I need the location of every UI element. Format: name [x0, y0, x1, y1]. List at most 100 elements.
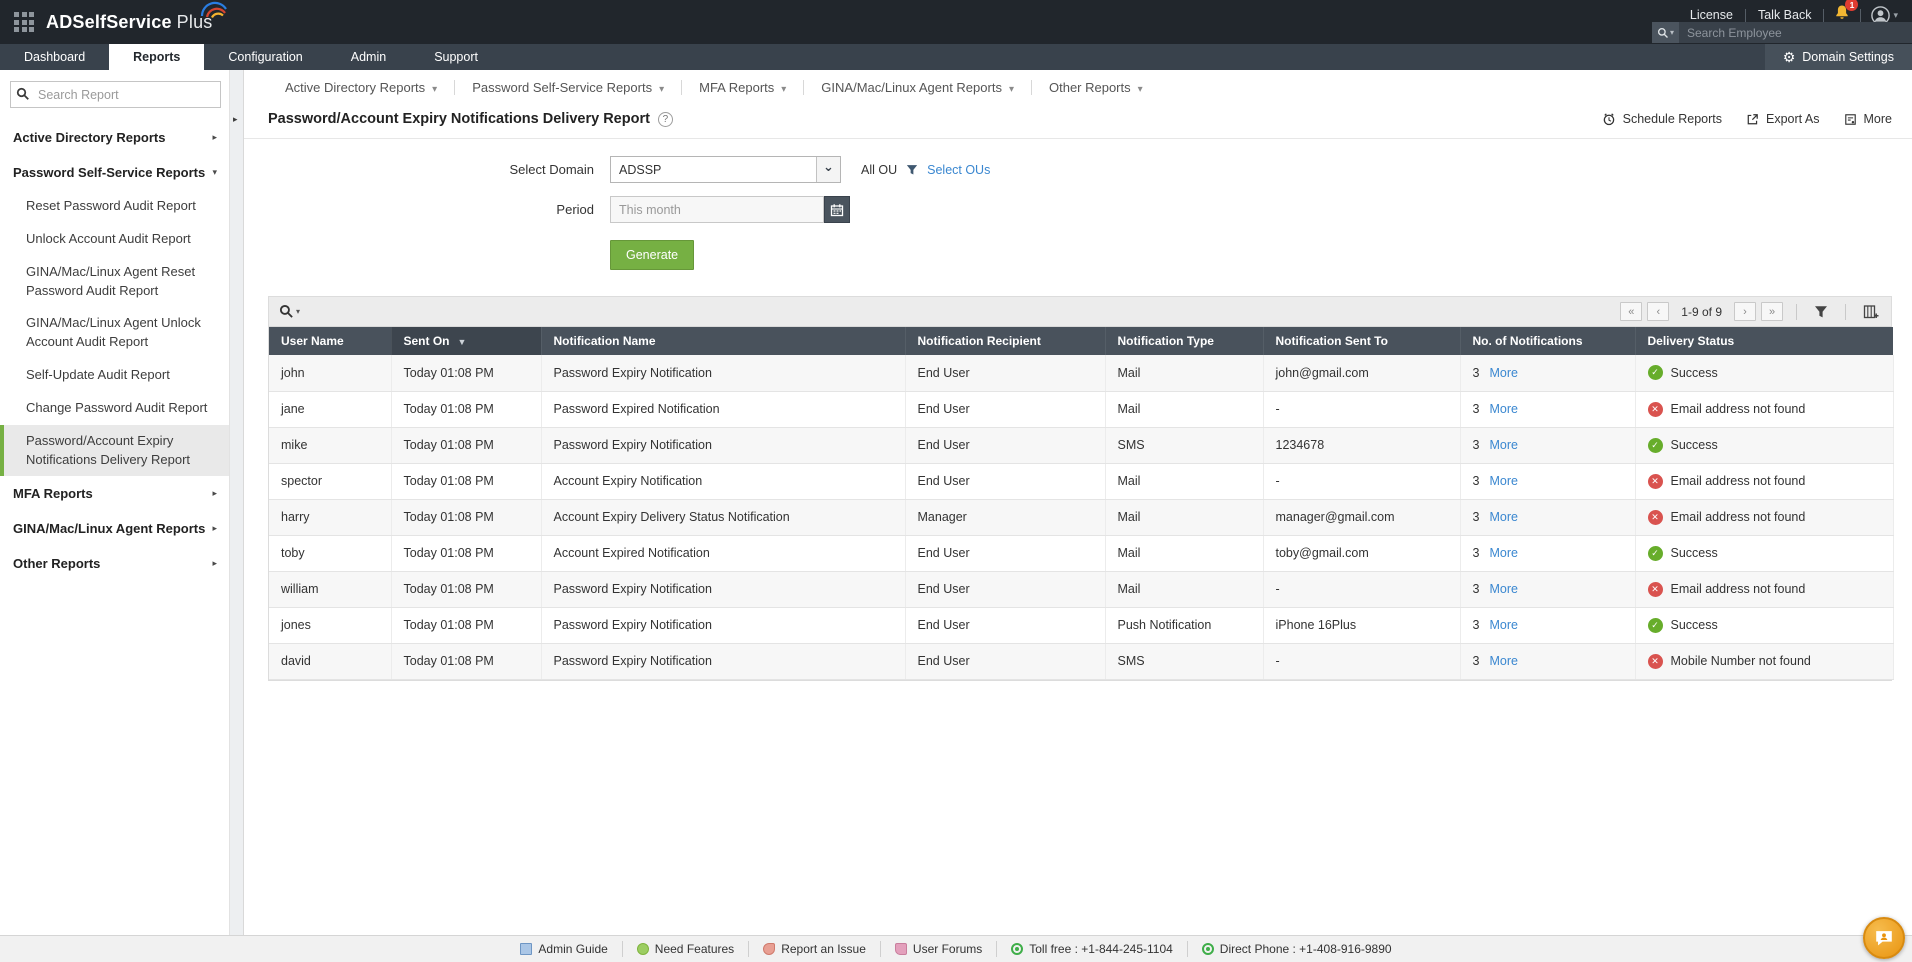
gear-icon: ⚙	[1783, 50, 1796, 64]
main-tab[interactable]: Support	[410, 44, 502, 70]
ou-filter-icon[interactable]	[906, 164, 918, 176]
report-category-menu[interactable]: Password Self-Service Reports	[454, 80, 681, 95]
status-icon	[1648, 402, 1663, 417]
sidebar-item[interactable]: Reset Password Audit Report	[0, 190, 229, 223]
sidebar-item[interactable]: Change Password Audit Report	[0, 392, 229, 425]
delivery-status: Mobile Number not found	[1648, 654, 1893, 669]
cell-user-name: mike	[269, 427, 391, 463]
cell-notification-sent-to: -	[1263, 571, 1460, 607]
report-table-block: ▾ « ‹ 1-9 of 9 › »	[268, 296, 1892, 681]
column-header-delivery-status[interactable]: Delivery Status	[1635, 327, 1893, 355]
first-page-button[interactable]: «	[1620, 302, 1642, 321]
footer-link[interactable]: Need Features	[622, 941, 748, 957]
more-notifications-link[interactable]: More	[1489, 438, 1517, 452]
column-header-notification-sent-to[interactable]: Notification Sent To	[1263, 327, 1460, 355]
cell-notification-name: Account Expiry Notification	[541, 463, 905, 499]
more-notifications-link[interactable]: More	[1489, 366, 1517, 380]
sidebar-item[interactable]: Password Self-Service Reports ▾	[0, 155, 229, 190]
cell-notification-sent-to: manager@gmail.com	[1263, 499, 1460, 535]
cell-notification-count: 3More	[1460, 535, 1635, 571]
cell-delivery-status: Success	[1635, 355, 1893, 391]
report-actions: Schedule Reports Export As	[1602, 112, 1892, 126]
license-link[interactable]: License	[1678, 8, 1745, 22]
domain-settings-button[interactable]: ⚙ Domain Settings	[1765, 44, 1912, 70]
generate-button[interactable]: Generate	[610, 240, 694, 270]
cell-sent-on: Today 01:08 PM	[391, 607, 541, 643]
cell-user-name: toby	[269, 535, 391, 571]
more-notifications-link[interactable]: More	[1489, 654, 1517, 668]
column-header-no-of-notifications[interactable]: No. of Notifications	[1460, 327, 1635, 355]
sidebar-item[interactable]: MFA Reports ▸	[0, 476, 229, 511]
export-as-button[interactable]: Export As	[1746, 112, 1820, 126]
sidebar-collapse-icon[interactable]: ▸	[233, 114, 238, 125]
table-search-button[interactable]: ▾	[279, 304, 300, 319]
more-notifications-link[interactable]: More	[1489, 402, 1517, 416]
apps-grid-icon[interactable]	[14, 12, 34, 32]
sidebar-item[interactable]: GINA/Mac/Linux Agent Reports ▸	[0, 511, 229, 546]
column-header-notification-type[interactable]: Notification Type	[1105, 327, 1263, 355]
footer-link[interactable]: User Forums	[880, 941, 996, 957]
employee-search-input[interactable]	[1679, 26, 1912, 40]
chevron-down-icon: ▾	[1670, 28, 1674, 37]
sidebar-item[interactable]: GINA/Mac/Linux Agent Reset Password Audi…	[0, 256, 229, 308]
sidebar-item[interactable]: Active Directory Reports ▸	[0, 120, 229, 155]
table-row: david Today 01:08 PM Password Expiry Not…	[269, 643, 1893, 679]
period-input[interactable]	[610, 196, 824, 223]
page-title: Password/Account Expiry Notifications De…	[268, 111, 650, 127]
footer-icon	[763, 943, 775, 955]
main-tab[interactable]: Admin	[327, 44, 410, 70]
chevron-icon: ▸	[212, 523, 217, 534]
calendar-button[interactable]	[824, 196, 850, 223]
schedule-reports-button[interactable]: Schedule Reports	[1602, 112, 1722, 126]
cell-notification-recipient: End User	[905, 427, 1105, 463]
column-header-notification-name[interactable]: Notification Name	[541, 327, 905, 355]
help-icon[interactable]	[658, 112, 673, 127]
cell-notification-type: Mail	[1105, 355, 1263, 391]
last-page-button[interactable]: »	[1761, 302, 1783, 321]
notification-count-badge: 1	[1845, 0, 1858, 11]
sidebar-item[interactable]: Self-Update Audit Report	[0, 359, 229, 392]
employee-search-scope-button[interactable]: ▾	[1652, 22, 1679, 43]
chevron-down-icon[interactable]	[816, 157, 840, 182]
status-icon	[1648, 582, 1663, 597]
sidebar-item[interactable]: Password/Account Expiry Notifications De…	[0, 425, 229, 477]
footer-bar: Admin Guide Need Features Report an Issu…	[0, 935, 1912, 962]
sidebar-item[interactable]: Other Reports ▸	[0, 546, 229, 581]
report-category-menu[interactable]: MFA Reports	[681, 80, 803, 95]
more-notifications-link[interactable]: More	[1489, 474, 1517, 488]
sidebar-item[interactable]: Unlock Account Audit Report	[0, 223, 229, 256]
more-notifications-link[interactable]: More	[1489, 510, 1517, 524]
previous-page-button[interactable]: ‹	[1647, 302, 1669, 321]
more-actions-button[interactable]: More	[1844, 112, 1892, 126]
next-page-button[interactable]: ›	[1734, 302, 1756, 321]
column-header-notification-recipient[interactable]: Notification Recipient	[905, 327, 1105, 355]
footer-link[interactable]: Toll free : +1-844-245-1104	[996, 941, 1187, 957]
sidebar-item[interactable]: GINA/Mac/Linux Agent Unlock Account Audi…	[0, 307, 229, 359]
talk-back-link[interactable]: Talk Back	[1746, 8, 1824, 22]
report-category-menu[interactable]: Active Directory Reports	[268, 80, 454, 95]
chevron-down-icon	[659, 80, 664, 95]
main-tab[interactable]: Reports	[109, 44, 204, 70]
domain-select[interactable]: ADSSP	[610, 156, 841, 183]
cell-sent-on: Today 01:08 PM	[391, 571, 541, 607]
footer-link[interactable]: Admin Guide	[506, 941, 621, 957]
more-notifications-link[interactable]: More	[1489, 618, 1517, 632]
filter-button[interactable]	[1810, 305, 1832, 319]
more-icon	[1844, 113, 1857, 126]
report-category-menu[interactable]: GINA/Mac/Linux Agent Reports	[803, 80, 1031, 95]
report-category-menu[interactable]: Other Reports	[1031, 80, 1160, 95]
main-tab[interactable]: Configuration	[204, 44, 326, 70]
live-chat-button[interactable]	[1863, 917, 1905, 959]
column-header-user-name[interactable]: User Name	[269, 327, 391, 355]
footer-link[interactable]: Report an Issue	[748, 941, 880, 957]
chat-icon	[1873, 927, 1895, 949]
more-notifications-link[interactable]: More	[1489, 582, 1517, 596]
report-search-input[interactable]	[10, 81, 221, 108]
footer-link[interactable]: Direct Phone : +1-408-916-9890	[1187, 941, 1406, 957]
main-tab[interactable]: Dashboard	[0, 44, 109, 70]
add-remove-columns-button[interactable]	[1859, 304, 1883, 320]
column-header-sent-on[interactable]: Sent On▼	[391, 327, 541, 355]
period-label: Period	[244, 202, 594, 217]
select-ous-link[interactable]: Select OUs	[927, 163, 990, 177]
more-notifications-link[interactable]: More	[1489, 546, 1517, 560]
